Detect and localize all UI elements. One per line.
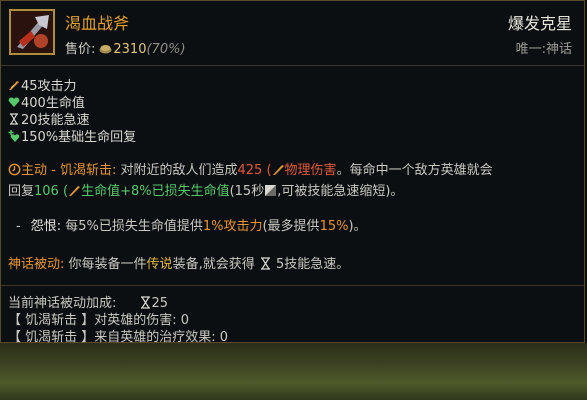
stat-attack-damage: 45攻击力 xyxy=(8,78,136,95)
heal-formula: 生命值+8%已损失生命值 xyxy=(81,184,230,199)
item-name: 渴血战斧 xyxy=(65,14,130,33)
heal-scaling-icon xyxy=(69,186,81,196)
stats-list: 45攻击力 400生命值 20技能急速 150%基础生命回复 xyxy=(8,78,136,146)
price-value: 2310 xyxy=(113,42,147,57)
rage-description: - 怨恨: 每5%已损失生命值提供1%攻击力(最多提供15%)。 xyxy=(16,219,367,234)
rage-label: 怨恨: xyxy=(30,219,62,234)
stat-health: 400生命值 xyxy=(8,95,136,112)
item-rank-title: 爆发克星 xyxy=(507,14,572,33)
active-description: 主动 - 饥渴斩击: 对附近的敌人们造成425 (物理伤害。每命中一个敌方英雄就… xyxy=(8,163,493,199)
stat-ability-haste: 20技能急速 xyxy=(8,112,136,129)
unique-label: 唯一: xyxy=(515,42,546,57)
cooldown-icon xyxy=(265,185,277,196)
stat-health-regen: 150%基础生命回复 xyxy=(8,129,136,146)
rage-dash: - xyxy=(16,219,21,234)
goredrinker-item-icon xyxy=(9,9,55,55)
mythic-passive-description: 神话被动: 你每装备一件传说装备,就会获得 5技能急速。 xyxy=(8,257,350,272)
active-clock-icon xyxy=(8,163,21,176)
physical-damage-icon xyxy=(272,165,284,175)
game-background xyxy=(0,343,587,400)
legendary-keyword: 传说 xyxy=(146,257,173,272)
ability-haste-icon xyxy=(260,257,270,270)
rage-max: 15% xyxy=(319,219,349,234)
unique-value: 神话 xyxy=(545,42,572,57)
ability-haste-icon xyxy=(10,113,18,125)
mythic-label: 神话被动: xyxy=(8,257,65,272)
active-heal-value: 106 xyxy=(34,184,59,199)
health-regen-icon xyxy=(8,130,20,142)
price-row: 售价: 2310(70%) xyxy=(65,38,186,57)
price-percent: (70%) xyxy=(146,42,186,57)
rage-bonus: 1%攻击力 xyxy=(202,219,263,234)
active-damage-value: 425 xyxy=(237,163,263,178)
item-tooltip: 渴血战斧 售价: 2310(70%) 爆发克星 唯一:神话 45攻击力 400生命… xyxy=(0,0,585,345)
tooltip-header: 渴血战斧 售价: 2310(70%) 爆发克星 唯一:神话 xyxy=(1,1,584,66)
health-icon xyxy=(8,97,20,107)
gold-coin-icon xyxy=(99,45,112,54)
physical-damage-label: 物理伤害 xyxy=(284,163,337,178)
unique-tag: 唯一:神话 xyxy=(516,38,572,57)
attack-damage-icon xyxy=(9,81,19,90)
price-label: 售价: xyxy=(65,42,96,57)
active-cooldown: (15秒 xyxy=(229,184,265,199)
tooltip-footer: 当前神话被动加成: 25 【 饥渴斩击 】对英雄的伤害: 0 【 饥渴斩击 】来… xyxy=(1,285,584,345)
active-label: 主动 - 饥渴斩击: xyxy=(21,163,117,178)
ability-haste-icon xyxy=(140,296,150,309)
